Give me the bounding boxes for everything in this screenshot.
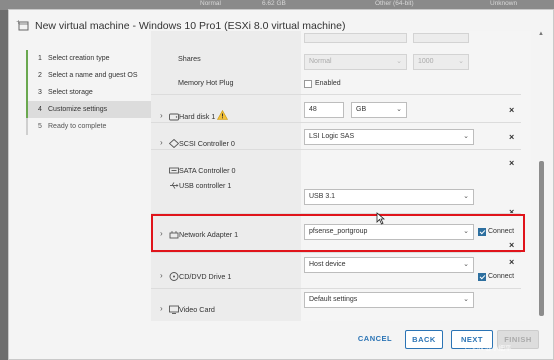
bg-cell-memory: 6.62 GB xyxy=(262,0,286,7)
cdrom-connect-label: Connect xyxy=(488,273,515,280)
step-select-name-guest-os[interactable]: 2 Select a name and guest OS xyxy=(26,67,154,84)
watermark-text: CSDN @小细平 xyxy=(465,345,512,352)
back-button[interactable]: BACK xyxy=(405,330,443,349)
memory-hot-plug-enabled-label: Enabled xyxy=(315,80,341,87)
scsi-controller-icon xyxy=(169,139,179,148)
cdrom-connect-checkbox[interactable] xyxy=(478,273,486,281)
cd-dvd-label: CD/DVD Drive 1 xyxy=(179,272,232,281)
chevron-down-icon: ⌄ xyxy=(463,261,469,268)
usb-controller-icon xyxy=(170,182,179,189)
usb-type-select[interactable]: USB 3.1 ⌄ xyxy=(304,189,474,205)
step-ready-to-complete[interactable]: 5 Ready to complete xyxy=(26,118,154,135)
new-vm-icon: + xyxy=(16,19,29,31)
hard-disk-expand-icon[interactable]: › xyxy=(160,111,163,120)
cdrom-expand-icon[interactable]: › xyxy=(160,271,163,280)
memory-hot-plug-checkbox[interactable] xyxy=(304,80,312,88)
usb-controller-label: USB controller 1 xyxy=(179,181,232,190)
remove-hard-disk-icon[interactable]: × xyxy=(509,105,514,115)
memory-hot-plug-label: Memory Hot Plug xyxy=(178,78,234,87)
video-card-icon xyxy=(169,305,179,314)
scsi-type-select[interactable]: LSI Logic SAS ⌄ xyxy=(304,129,474,145)
warning-icon xyxy=(217,110,228,120)
step-customize-settings[interactable]: 4 Customize settings xyxy=(26,101,154,118)
chevron-down-icon: ⌄ xyxy=(463,133,469,140)
cancel-button[interactable]: CANCEL xyxy=(353,330,397,349)
remove-sata-icon[interactable]: × xyxy=(509,158,514,168)
settings-scrollbar[interactable]: ▲ xyxy=(537,31,545,321)
wizard-steps: 1 Select creation type 2 Select a name and… xyxy=(26,50,154,135)
chevron-down-icon: ⌄ xyxy=(396,106,402,113)
cd-dvd-icon xyxy=(169,272,179,281)
settings-panel: Shares Normal ⌄ 1000 ⌄ Memory Hot Plug Ena… xyxy=(151,31,531,321)
step-select-creation-type[interactable]: 1 Select creation type xyxy=(26,50,154,67)
scsi-controller-label: SCSI Controller 0 xyxy=(179,139,235,148)
hard-disk-icon xyxy=(169,113,179,121)
remove-cdrom-icon[interactable]: × xyxy=(509,257,514,267)
scroll-thumb[interactable] xyxy=(539,161,544,316)
scsi-expand-icon[interactable]: › xyxy=(160,138,163,147)
mouse-cursor-icon xyxy=(376,212,385,225)
svg-text:+: + xyxy=(16,19,21,26)
video-card-select[interactable]: Default settings ⌄ xyxy=(304,292,474,308)
shares-level-select[interactable]: Normal ⌄ xyxy=(304,54,407,70)
bg-cell-status: Normal xyxy=(200,0,221,7)
sata-controller-label: SATA Controller 0 xyxy=(179,166,236,175)
step-select-storage[interactable]: 3 Select storage xyxy=(26,84,154,101)
scroll-up-icon[interactable]: ▲ xyxy=(537,31,545,39)
cdrom-type-select[interactable]: Host device ⌄ xyxy=(304,257,474,273)
video-card-expand-icon[interactable]: › xyxy=(160,304,163,313)
chevron-down-icon: ⌄ xyxy=(463,296,469,303)
hard-disk-unit-select[interactable]: GB ⌄ xyxy=(351,102,407,118)
shares-value-input[interactable]: 1000 ⌄ xyxy=(413,54,469,70)
hard-disk-label: Hard disk 1 xyxy=(179,112,216,121)
sata-controller-icon xyxy=(169,167,179,174)
network-adapter-highlight-box xyxy=(151,214,525,252)
video-card-label: Video Card xyxy=(179,305,215,314)
chevron-down-icon: ⌄ xyxy=(396,58,402,65)
chevron-down-icon: ⌄ xyxy=(463,193,469,200)
chevron-down-icon: ⌄ xyxy=(458,58,464,65)
hard-disk-size-input[interactable]: 48 xyxy=(304,102,344,118)
shares-label: Shares xyxy=(178,54,201,63)
bg-cell-tools: Unknown xyxy=(490,0,518,7)
bg-cell-os: Other (64-bit) xyxy=(375,0,414,7)
remove-scsi-icon[interactable]: × xyxy=(509,132,514,142)
